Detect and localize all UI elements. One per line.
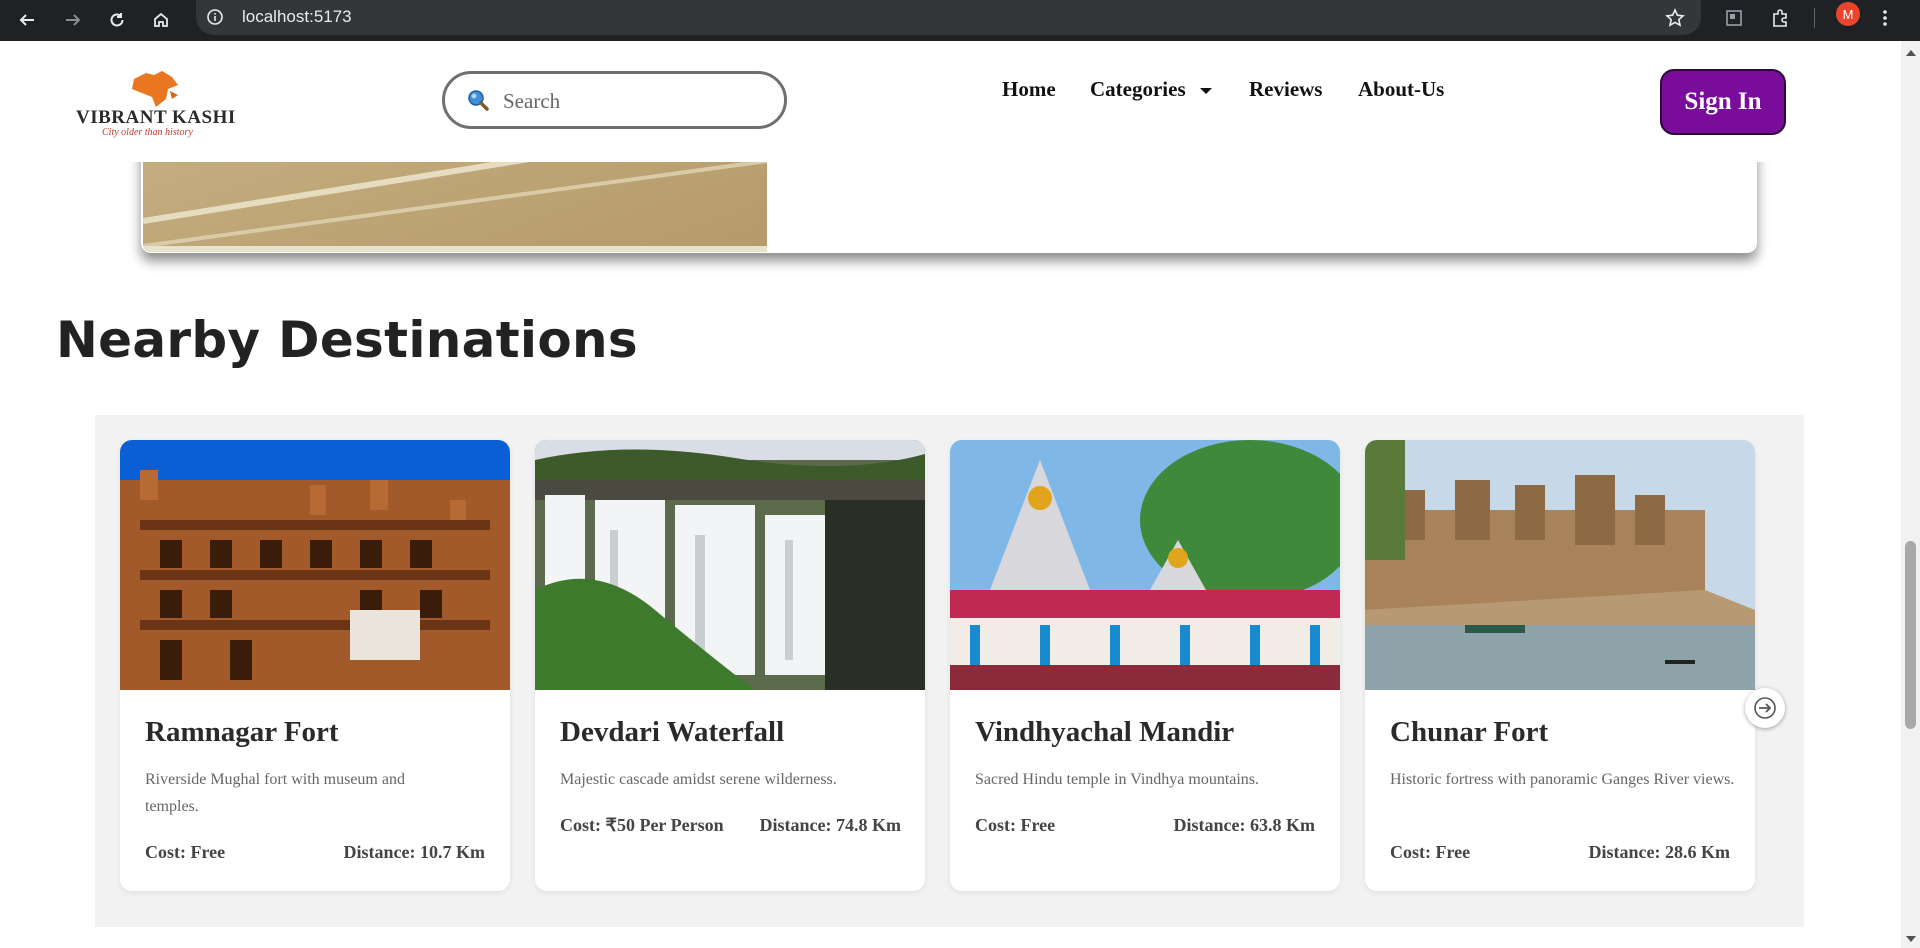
page-scrollbar[interactable] xyxy=(1901,41,1920,948)
search-input[interactable] xyxy=(501,86,765,116)
destination-image xyxy=(535,440,925,690)
card-description: Riverside Mughal fort with museum and te… xyxy=(145,771,405,815)
destinations-carousel: Ramnagar Fort Riverside Mughal fort with… xyxy=(95,415,1804,927)
destination-image xyxy=(950,440,1340,690)
destination-card-ramnagar[interactable]: Ramnagar Fort Riverside Mughal fort with… xyxy=(120,440,510,891)
site-header: VIBRANT KASHI City older than history Ho… xyxy=(0,41,1901,162)
site-info-icon[interactable] xyxy=(206,8,224,26)
card-cost: Cost: Free xyxy=(145,842,226,862)
india-map-icon xyxy=(132,71,178,107)
card-distance: Distance: 63.8 Km xyxy=(1173,815,1315,835)
card-description: Sacred Hindu temple in Vindhya mountains… xyxy=(975,771,1260,788)
profile-avatar[interactable]: M xyxy=(1836,2,1860,26)
back-icon[interactable] xyxy=(14,7,40,33)
menu-kebab-icon[interactable] xyxy=(1882,8,1888,28)
scrollbar-thumb[interactable] xyxy=(1905,541,1916,729)
nav-home[interactable]: Home xyxy=(1002,77,1056,102)
search-bar[interactable] xyxy=(442,71,787,129)
card-title: Devdari Waterfall xyxy=(560,716,785,748)
forward-icon[interactable] xyxy=(60,7,86,33)
home-icon[interactable] xyxy=(148,7,174,33)
section-title: Nearby Destinations xyxy=(56,311,638,369)
destination-image xyxy=(1365,440,1755,690)
card-cost: Cost: Free xyxy=(1390,842,1471,862)
card-cost: Cost: ₹50 Per Person xyxy=(560,815,724,835)
card-title: Ramnagar Fort xyxy=(145,716,339,748)
card-description: Majestic cascade amidst serene wildernes… xyxy=(560,771,837,788)
card-distance: Distance: 74.8 Km xyxy=(759,815,901,835)
card-title: Chunar Fort xyxy=(1390,716,1549,748)
toolbar-divider xyxy=(1814,8,1815,28)
card-distance: Distance: 10.7 Km xyxy=(343,842,485,862)
extension-icon[interactable] xyxy=(1724,8,1744,28)
card-title: Vindhyachal Mandir xyxy=(975,716,1235,748)
destination-card-chunar[interactable]: Chunar Fort Historic fortress with panor… xyxy=(1365,440,1755,891)
bookmark-star-icon[interactable] xyxy=(1665,8,1685,28)
card-cost: Cost: Free xyxy=(975,815,1056,835)
scroll-up-icon[interactable] xyxy=(1906,50,1916,56)
logo-tagline: City older than history xyxy=(102,127,193,138)
site-logo[interactable]: VIBRANT KASHI City older than history xyxy=(76,69,236,141)
caret-down-icon xyxy=(1199,88,1212,95)
nav-categories[interactable]: Categories xyxy=(1090,77,1213,102)
nav-reviews[interactable]: Reviews xyxy=(1249,77,1322,102)
page-content: VIBRANT KASHI City older than history Ho… xyxy=(0,41,1901,948)
carousel-next-button[interactable] xyxy=(1745,688,1785,728)
scroll-down-icon[interactable] xyxy=(1906,936,1916,942)
address-bar[interactable]: localhost:5173 xyxy=(196,0,1701,35)
nav-about-us[interactable]: About-Us xyxy=(1358,77,1444,102)
card-description: Historic fortress with panoramic Ganges … xyxy=(1390,771,1735,788)
browser-toolbar: localhost:5173 M xyxy=(0,0,1920,41)
url-text[interactable]: localhost:5173 xyxy=(242,7,352,27)
magnifier-icon xyxy=(467,89,489,116)
nav-categories-label: Categories xyxy=(1090,77,1186,101)
extensions-puzzle-icon[interactable] xyxy=(1770,8,1790,28)
logo-title: VIBRANT KASHI xyxy=(76,107,236,128)
reload-icon[interactable] xyxy=(104,7,130,33)
destination-card-vindhyachal[interactable]: Vindhyachal Mandir Sacred Hindu temple i… xyxy=(950,440,1340,891)
destination-image xyxy=(120,440,510,690)
card-distance: Distance: 28.6 Km xyxy=(1588,842,1730,862)
arrow-right-circle-icon xyxy=(1754,697,1776,719)
sign-in-button[interactable]: Sign In xyxy=(1660,69,1786,135)
destination-card-devdari[interactable]: Devdari Waterfall Majestic cascade amids… xyxy=(535,440,925,891)
